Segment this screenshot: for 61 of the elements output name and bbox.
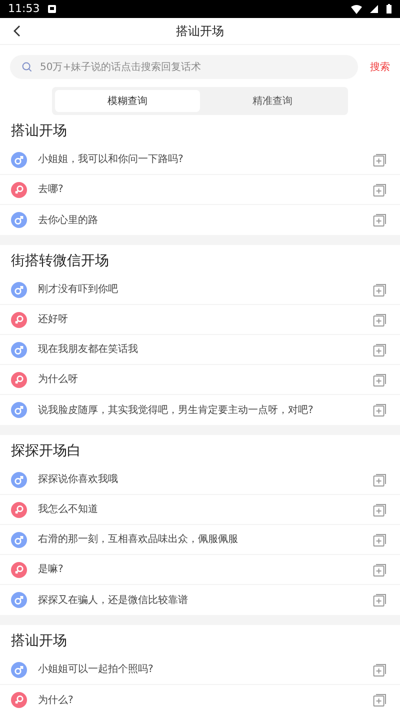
message-text: 说我脸皮随厚，其实我觉得吧，男生肯定要主动一点呀，对吧? [38,404,314,418]
query-tab[interactable]: 精准查询 [200,90,345,112]
female-symbol-icon [11,372,27,388]
copy-add-icon[interactable] [373,282,387,296]
message-text: 探探又在骗人，还是微信比较靠谱 [38,594,189,608]
copy-add-icon[interactable] [373,502,387,516]
male-symbol-icon [11,472,27,488]
page-title: 搭讪开场 [176,23,224,40]
battery-icon [386,4,392,14]
copy-add-icon[interactable] [373,312,387,326]
message-text: 右滑的那一刻，互相喜欢品味出众，佩服佩服 [38,532,239,547]
message-text: 是嘛? [38,562,64,577]
female-symbol-icon [11,562,27,578]
message-text: 小姐姐可以一起拍个照吗? [38,662,154,677]
copy-add-icon[interactable] [373,662,387,676]
copy-add-icon[interactable] [373,532,387,546]
search-button[interactable]: 搜索 [370,60,390,74]
message-text: 去你心里的路 [38,214,99,228]
male-symbol-icon [11,282,27,298]
male-symbol-icon [11,152,27,168]
message-text: 还好呀 [38,313,69,327]
status-time: 11:53 [8,0,40,17]
copy-add-icon[interactable] [373,403,387,417]
female-symbol-icon [11,182,27,198]
copy-add-icon[interactable] [373,152,387,166]
section-title: 探探开场白 [11,442,81,460]
copy-add-icon[interactable] [373,342,387,356]
message-text: 刚才没有吓到你吧 [38,282,119,297]
copy-add-icon[interactable] [373,182,387,196]
copy-add-icon[interactable] [373,472,387,486]
section-title: 搭讪开场 [11,122,67,140]
message-text: 为什么呀 [38,372,79,387]
male-symbol-icon [11,662,27,678]
female-symbol-icon [11,312,27,328]
message-text: 现在我朋友都在笑话我 [38,342,139,357]
male-symbol-icon [11,592,27,608]
search-icon [22,62,32,72]
signal-icon [370,5,378,13]
male-symbol-icon [11,532,27,548]
female-symbol-icon [11,692,27,708]
search-field[interactable]: 50万+妹子说的话点击搜索回复话术 [10,55,358,79]
copy-add-icon[interactable] [373,693,387,707]
section-title: 街搭转微信开场 [11,252,109,270]
male-symbol-icon [11,212,27,228]
back-icon[interactable] [13,25,21,37]
male-symbol-icon [11,402,27,418]
message-text: 探探说你喜欢我哦 [38,472,119,487]
copy-add-icon[interactable] [373,562,387,576]
message-text: 小姐姐，我可以和你问一下路吗? [38,152,184,167]
message-text: 去哪? [38,182,64,197]
copy-add-icon[interactable] [373,593,387,607]
male-symbol-icon [11,342,27,358]
query-tab[interactable]: 模糊查询 [55,90,200,112]
notification-icon [48,5,56,13]
copy-add-icon[interactable] [373,213,387,227]
wifi-icon [351,4,362,14]
female-symbol-icon [11,502,27,518]
message-text: 为什么? [38,694,74,708]
copy-add-icon[interactable] [373,372,387,386]
message-text: 我怎么不知道 [38,502,99,517]
section-title: 搭讪开场 [11,632,67,650]
